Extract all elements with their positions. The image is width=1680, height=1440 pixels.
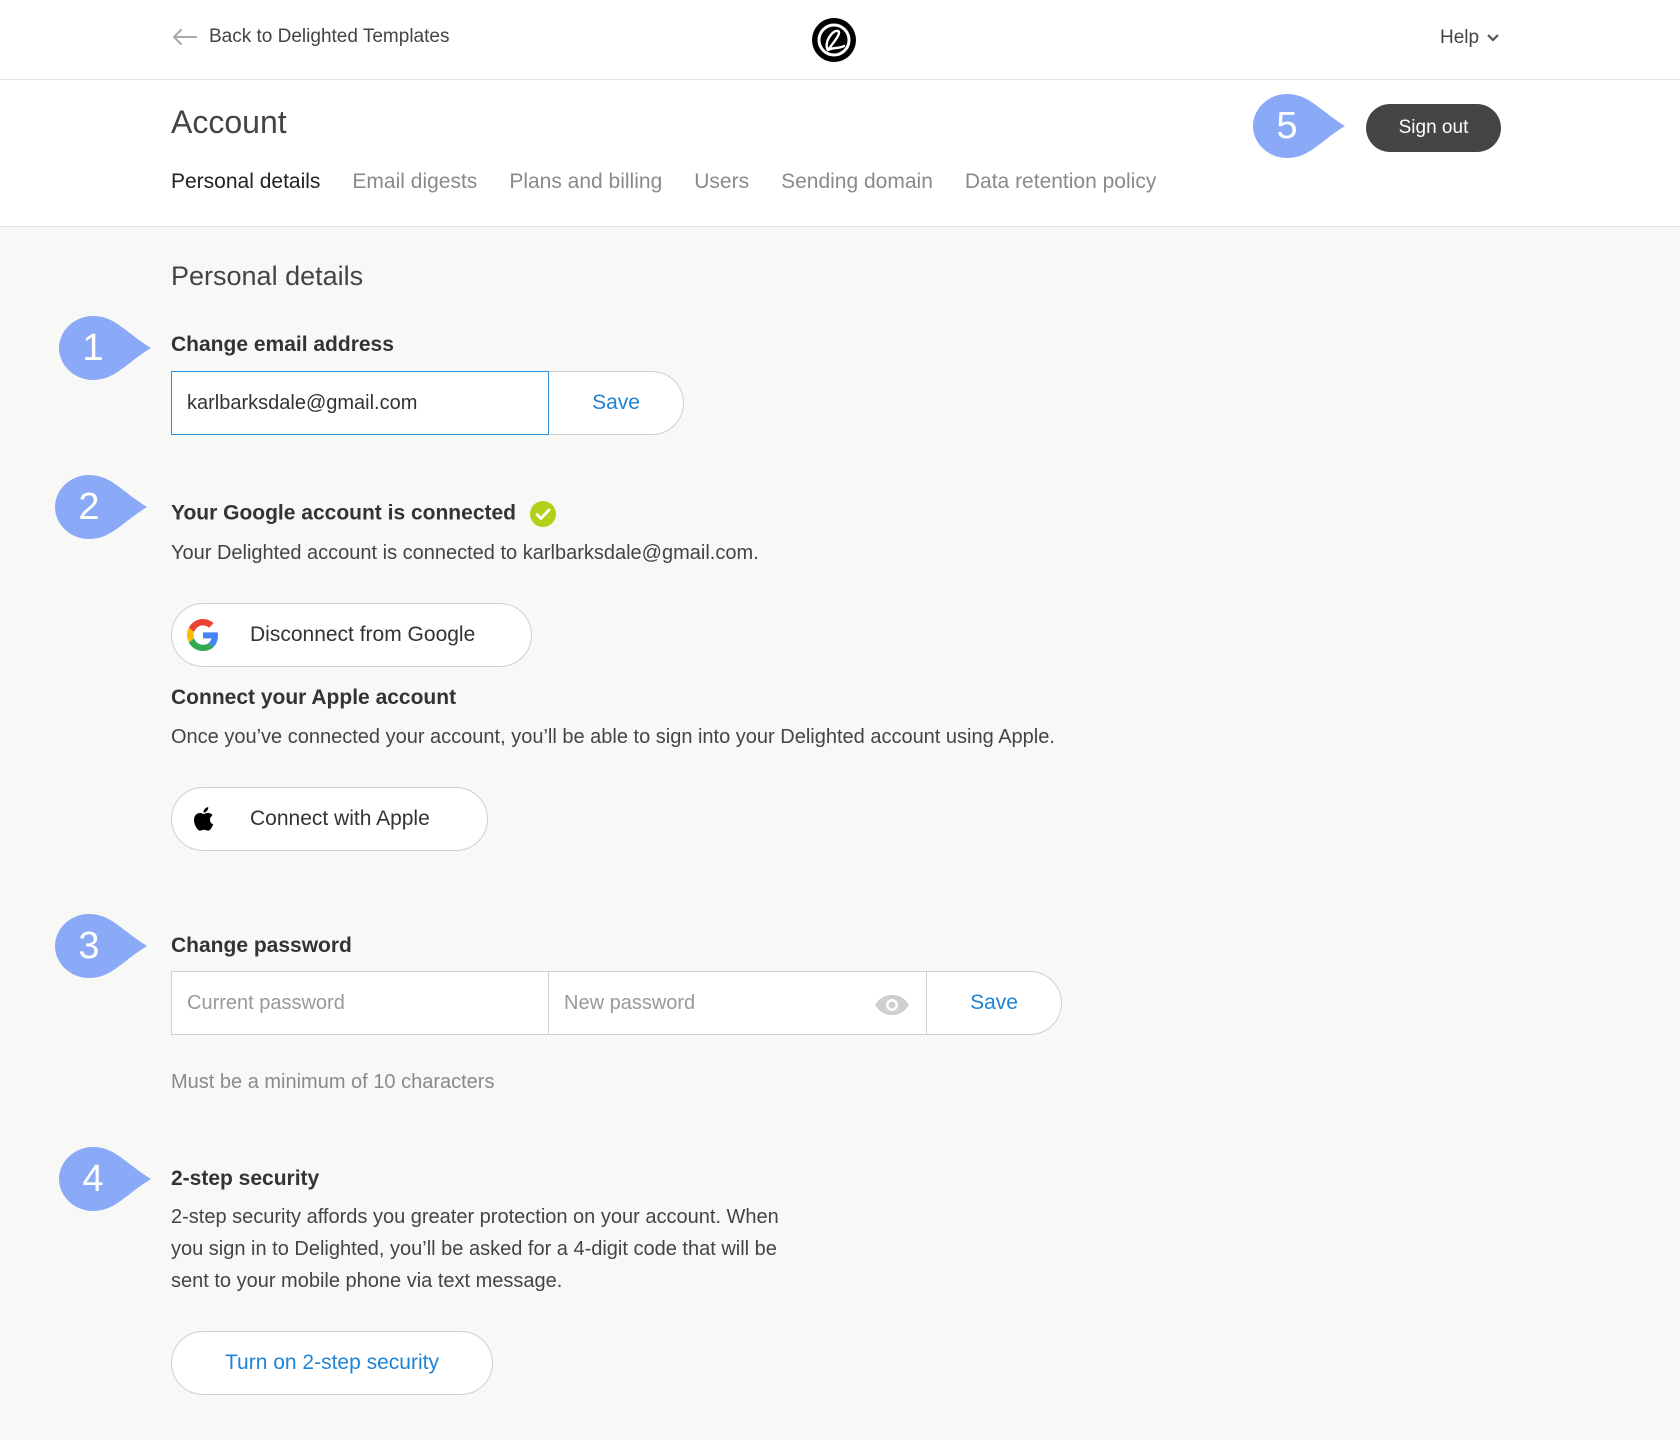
email-input-group: karlbarksdale@gmail.com Save	[171, 371, 684, 435]
apple-icon	[186, 802, 220, 836]
section-title: Personal details	[171, 261, 364, 291]
callout-number: 3	[78, 924, 100, 967]
tab-users[interactable]: Users	[694, 170, 749, 194]
email-save-button[interactable]: Save	[549, 371, 684, 435]
callout-number: 5	[1276, 104, 1298, 147]
account-tabs: Personal details Email digests Plans and…	[171, 170, 1156, 194]
disconnect-google-button[interactable]: Disconnect from Google	[171, 603, 532, 667]
connect-apple-button[interactable]: Connect with Apple	[171, 787, 488, 851]
apple-label: Connect your Apple account	[171, 686, 457, 709]
tab-plans-and-billing[interactable]: Plans and billing	[509, 170, 662, 194]
connect-apple-label: Connect with Apple	[250, 807, 430, 830]
account-header: Account Personal details Email digests P…	[0, 80, 1680, 227]
password-input-group: Current password New password Save	[171, 971, 1062, 1035]
eye-icon[interactable]	[874, 994, 910, 1016]
apple-description: Once you’ve connected your account, you’…	[171, 726, 1055, 748]
callout-number: 2	[78, 485, 100, 528]
callout-marker-3: 3	[55, 914, 151, 978]
check-circle-icon	[529, 501, 556, 527]
new-password-placeholder: New password	[564, 991, 696, 1014]
password-label: Change password	[171, 934, 352, 957]
callout-marker-2: 2	[55, 475, 151, 539]
callout-marker-5: 5	[1253, 94, 1349, 158]
callout-marker-4: 4	[59, 1147, 155, 1211]
top-bar: Back to Delighted Templates Help	[0, 0, 1680, 80]
two-step-description-line-3: sent to your mobile phone via text messa…	[171, 1270, 563, 1292]
turn-on-two-step-button[interactable]: Turn on 2-step security	[171, 1331, 493, 1395]
email-label: Change email address	[171, 333, 394, 356]
tab-data-retention-policy[interactable]: Data retention policy	[965, 170, 1156, 194]
password-hint: Must be a minimum of 10 characters	[171, 1071, 495, 1093]
two-step-description-line-1: 2-step security affords you greater prot…	[171, 1206, 779, 1228]
chevron-down-icon	[1487, 34, 1499, 42]
google-status-label: Your Google account is connected	[171, 501, 556, 527]
google-icon	[186, 618, 220, 652]
callout-number: 1	[82, 326, 104, 369]
tab-sending-domain[interactable]: Sending domain	[781, 170, 933, 194]
page-title: Account	[171, 104, 287, 140]
google-description: Your Delighted account is connected to k…	[171, 542, 759, 564]
two-step-description-line-2: you sign in to Delighted, you’ll be aske…	[171, 1238, 777, 1260]
arrow-left-icon	[173, 29, 197, 45]
google-status-text: Your Google account is connected	[171, 501, 516, 525]
current-password-field[interactable]: Current password	[171, 971, 549, 1035]
back-link-label: Back to Delighted Templates	[209, 26, 450, 47]
delighted-logo-icon[interactable]	[811, 17, 857, 63]
back-link[interactable]: Back to Delighted Templates	[171, 26, 449, 48]
tab-personal-details[interactable]: Personal details	[171, 170, 320, 194]
password-save-button[interactable]: Save	[927, 971, 1062, 1035]
new-password-field[interactable]: New password	[549, 971, 927, 1035]
disconnect-google-label: Disconnect from Google	[250, 623, 476, 646]
email-field[interactable]: karlbarksdale@gmail.com	[171, 371, 549, 435]
help-label: Help	[1440, 27, 1480, 48]
callout-number: 4	[82, 1157, 104, 1200]
callout-marker-1: 1	[59, 316, 155, 380]
two-step-label: 2-step security	[171, 1167, 320, 1190]
sign-out-button[interactable]: Sign out	[1366, 104, 1501, 152]
help-menu[interactable]: Help	[1440, 27, 1499, 49]
tab-email-digests[interactable]: Email digests	[352, 170, 477, 194]
